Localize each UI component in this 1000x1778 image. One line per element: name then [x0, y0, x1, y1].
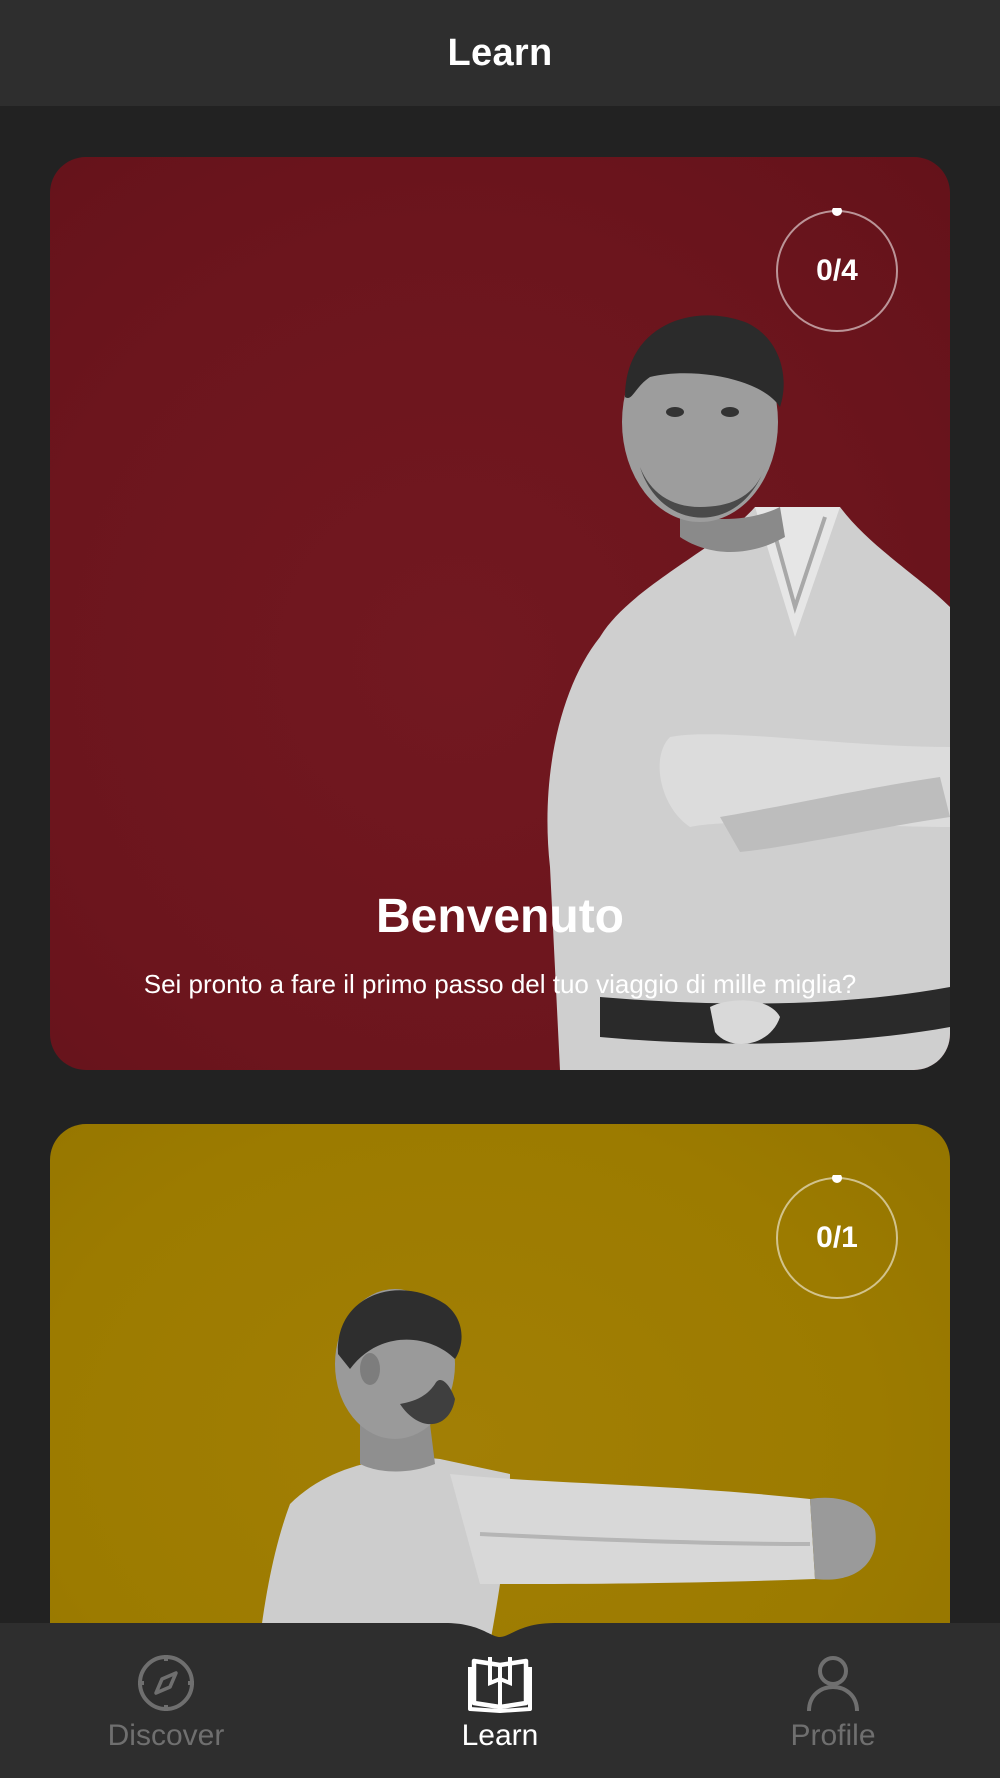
bottom-nav: Discover Learn Profile: [0, 1623, 1000, 1778]
progress-count: 0/1: [816, 1221, 858, 1254]
progress-count: 0/4: [816, 254, 858, 287]
compass-icon: [138, 1655, 194, 1711]
karate-instructor-photo: [547, 315, 950, 1070]
card-subtitle: Sei pronto a fare il primo passo del tuo…: [143, 969, 857, 999]
progress-ring: 0/4: [774, 208, 900, 334]
top-bar: Learn: [0, 0, 1000, 106]
page-title: Learn: [447, 31, 553, 74]
person-icon: [807, 1656, 859, 1712]
card-title: Benvenuto: [375, 890, 624, 943]
nav-label-learn: Learn: [461, 1719, 539, 1752]
nav-item-learn[interactable]: Learn: [400, 1653, 600, 1753]
nav-item-profile[interactable]: Profile: [733, 1653, 933, 1753]
nav-item-discover[interactable]: Discover: [66, 1653, 266, 1753]
open-book-icon: [468, 1657, 532, 1713]
lesson-card-benvenuto[interactable]: 0/4 Benvenuto Sei pronto a fare il primo…: [50, 157, 950, 1070]
nav-label-discover: Discover: [107, 1719, 225, 1752]
nav-label-profile: Profile: [790, 1719, 876, 1752]
app-root: Learn 0/4 Benvenuto Sei pronto a fare il…: [0, 0, 1000, 1778]
progress-ring: 0/1: [774, 1175, 900, 1301]
